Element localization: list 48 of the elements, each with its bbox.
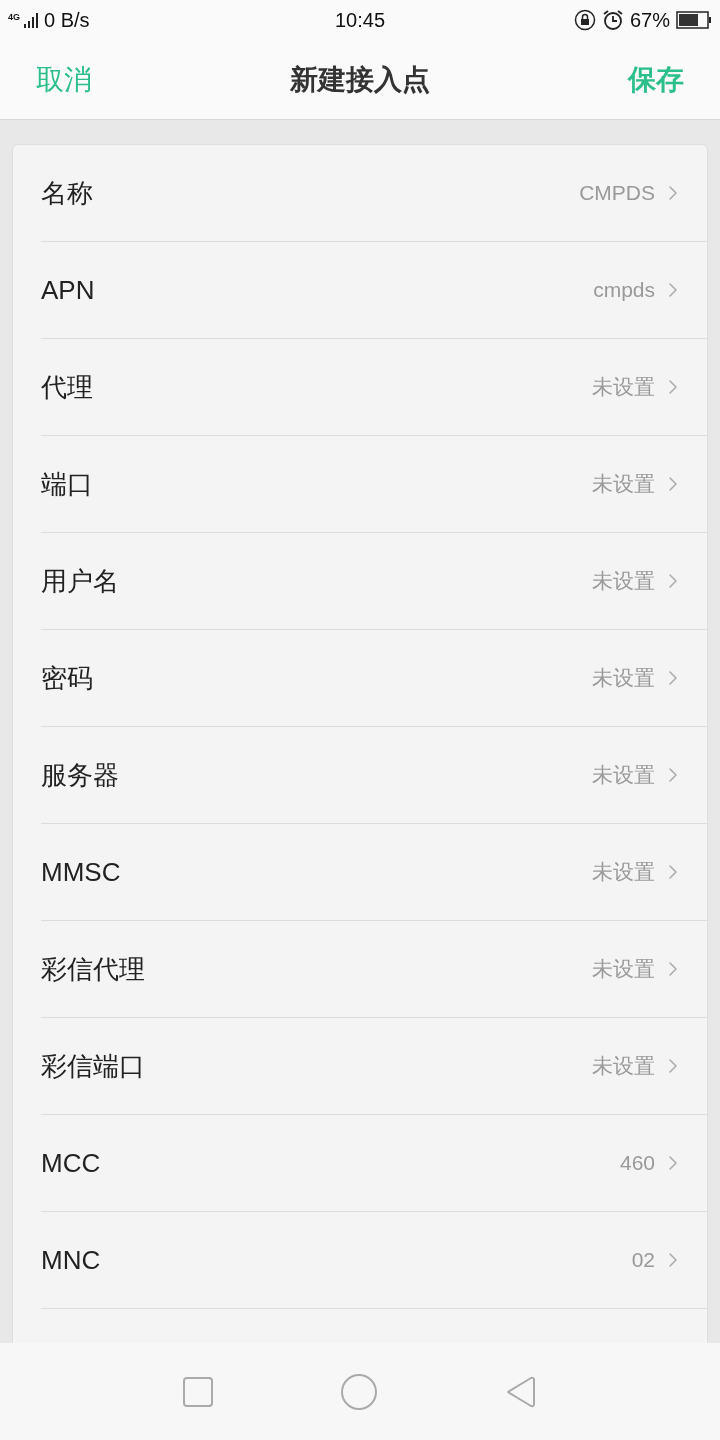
settings-row[interactable]: MCC 460 [41,1115,707,1212]
row-value: 未设置 [592,665,655,692]
signal-icon [24,12,40,28]
settings-row[interactable]: 服务器 未设置 [41,727,707,824]
row-label: 名称 [41,176,93,210]
row-label: 密码 [41,661,93,695]
clock-time: 10:45 [334,8,386,33]
row-value: 未设置 [592,568,655,595]
alarm-icon [601,9,624,31]
settings-row[interactable]: 端口 未设置 [41,436,707,533]
row-label: MCC [41,1146,101,1180]
row-value: 02 [631,1247,655,1274]
row-value: 460 [619,1150,655,1177]
row-value: 未设置 [592,762,655,789]
row-label: 端口 [41,467,93,501]
battery-icon [676,11,712,29]
row-value: CMPDS [579,180,655,207]
settings-row[interactable]: 密码 未设置 [41,630,707,727]
network-speed: 0 B/s [44,8,90,33]
row-value: cmpds [593,277,655,304]
page-title: 新建接入点 [290,62,430,97]
row-label: APN [41,273,95,307]
row-label: MMSC [41,855,121,889]
row-value: 未设置 [592,859,655,886]
row-label: 服务器 [41,758,119,792]
settings-row[interactable]: 用户名 未设置 [41,533,707,630]
settings-row[interactable]: 彩信端口 未设置 [41,1018,707,1115]
settings-row[interactable]: MNC 02 [41,1212,707,1309]
settings-row[interactable]: MMSC 未设置 [41,824,707,921]
row-value: 未设置 [592,471,655,498]
row-value: 未设置 [592,956,655,983]
settings-row[interactable]: 名称 CMPDS [41,145,707,242]
home-button[interactable] [340,1372,378,1411]
row-label: 彩信代理 [41,952,145,986]
rotation-lock-icon [573,9,596,31]
battery-percent: 67% [629,8,670,33]
settings-row[interactable]: APN cmpds [41,242,707,339]
network-type: 4G [8,13,20,22]
recents-button[interactable] [183,1376,214,1407]
row-label: 代理 [41,370,93,404]
row-value: 未设置 [592,1053,655,1080]
settings-row[interactable]: 彩信代理 未设置 [41,921,707,1018]
row-label: 用户名 [41,564,119,598]
back-button[interactable] [504,1374,537,1409]
row-label: 彩信端口 [41,1049,145,1083]
row-label: MNC [41,1243,101,1277]
row-value: 未设置 [592,374,655,401]
settings-row[interactable]: 代理 未设置 [41,339,707,436]
